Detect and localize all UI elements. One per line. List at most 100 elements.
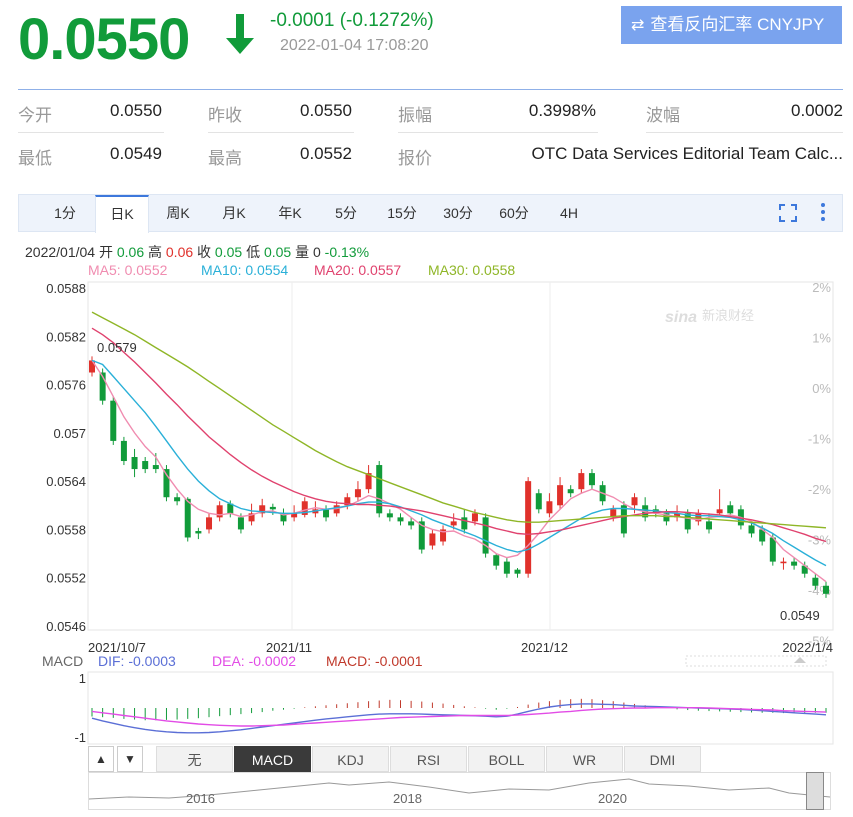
nav-year-2018: 2018	[393, 791, 422, 806]
reverse-rate-label: 查看反向汇率 CNYJPY	[650, 15, 825, 34]
tab-4h[interactable]: 4H	[549, 195, 589, 232]
wave-value: 0.0002	[791, 101, 843, 120]
y-tick-label: 0.0564	[46, 474, 86, 489]
tab-monthly-k[interactable]: 月K	[209, 195, 259, 232]
macd-title: MACD	[42, 653, 83, 669]
candle-body	[525, 481, 532, 574]
candle-body	[557, 485, 564, 506]
candle-body	[429, 533, 436, 546]
y-tick-label: 0.0558	[46, 522, 86, 537]
candle-body	[503, 561, 510, 574]
tab-daily-k[interactable]: 日K	[95, 195, 149, 233]
nav-year-2016: 2016	[186, 791, 215, 806]
candle-body	[823, 585, 829, 594]
info-open-label: 开	[98, 244, 113, 260]
wave-label: 波幅	[646, 106, 680, 125]
candle-body	[184, 498, 191, 538]
kline-chart[interactable]: 0.0588 0.0582 0.0576 0.057 0.0564 0.0558 0.055…	[0, 278, 853, 658]
zoom-up-button[interactable]: ▲	[88, 746, 114, 772]
indicator-macd[interactable]: MACD	[234, 746, 311, 772]
candle-body	[535, 493, 542, 510]
info-date: 2022/01/04	[25, 244, 96, 260]
indicator-boll[interactable]: BOLL	[468, 746, 545, 772]
y-tick-label: 0.057	[53, 426, 86, 441]
info-high-label: 高	[148, 244, 162, 260]
amplitude-value: 0.3998%	[528, 101, 596, 120]
indicator-none[interactable]: 无	[156, 746, 233, 772]
prev-close-label: 昨收	[208, 106, 242, 125]
down-arrow-icon	[226, 14, 254, 54]
tab-30min[interactable]: 30分	[435, 195, 481, 232]
open-label: 今开	[18, 106, 52, 125]
indicator-dmi[interactable]: DMI	[624, 746, 701, 772]
info-high: 0.06	[165, 244, 194, 260]
last-price: 0.0550	[18, 7, 190, 72]
pct-tick-label: -2%	[808, 482, 832, 497]
fullscreen-icon[interactable]	[779, 204, 797, 222]
indicator-rsi[interactable]: RSI	[390, 746, 467, 772]
pct-tick-label: 2%	[812, 280, 831, 295]
min-price-label: 0.0549	[780, 608, 820, 623]
ma30-legend: MA30: 0.0558	[428, 262, 516, 278]
candle-body	[716, 509, 723, 514]
y-tick-label: 0.0546	[46, 619, 86, 634]
candle-body	[588, 473, 595, 486]
pct-tick-label: 0%	[812, 381, 831, 396]
candle-body	[323, 509, 330, 518]
candle-body	[780, 561, 787, 564]
candle-body	[705, 521, 712, 530]
candle-body	[620, 505, 627, 534]
y-tick-label: 0.0582	[46, 329, 86, 344]
tab-60min[interactable]: 60分	[491, 195, 537, 232]
dea-legend: DEA: -0.0002	[212, 653, 296, 669]
candle-body	[354, 489, 361, 498]
high-value: 0.0552	[300, 144, 352, 163]
indicator-kdj[interactable]: KDJ	[312, 746, 389, 772]
plot-area	[87, 281, 834, 631]
tab-5min[interactable]: 5分	[323, 195, 369, 232]
candle-body	[727, 505, 734, 514]
candle-body	[206, 517, 213, 530]
indicator-wr[interactable]: WR	[546, 746, 623, 772]
candle-body	[174, 497, 181, 502]
candle-body	[120, 440, 127, 462]
tab-15min[interactable]: 15分	[379, 195, 425, 232]
pct-tick-label: -1%	[808, 432, 832, 447]
nav-year-2020: 2020	[598, 791, 627, 806]
dif-legend: DIF: -0.0003	[98, 653, 176, 669]
y-tick-label: 0.0588	[46, 281, 86, 296]
candle-body	[631, 497, 638, 506]
sina-logo: sina	[665, 309, 697, 326]
candle-body	[142, 461, 149, 470]
info-vol: 0	[312, 244, 321, 260]
reverse-rate-button[interactable]: ⇄ 查看反向汇率 CNYJPY	[621, 6, 842, 44]
tab-yearly-k[interactable]: 年K	[265, 195, 315, 232]
pct-tick-label: 1%	[812, 331, 831, 346]
quote-summary: 今开 0.0550 昨收 0.0550 振幅 0.3998% 波幅 0.0002…	[18, 89, 843, 175]
low-label: 最低	[18, 149, 52, 168]
info-close-label: 收	[197, 244, 212, 260]
candle-body	[237, 517, 244, 530]
ohlc-info: 2022/01/04 开 0.06 高 0.06 收 0.05 低 0.05 量…	[25, 242, 369, 262]
tab-weekly-k[interactable]: 周K	[153, 195, 203, 232]
source-value: OTC Data Services Editorial Team Calc...	[531, 144, 843, 163]
high-label: 最高	[208, 149, 242, 168]
navigator-handle[interactable]	[806, 772, 824, 810]
info-close: 0.05	[214, 244, 243, 260]
candle-body	[546, 501, 553, 514]
period-tabs: 1分 日K 周K 月K 年K 5分 15分 30分 60分 4H	[18, 194, 843, 233]
tab-1min[interactable]: 1分	[45, 195, 85, 232]
candle-body	[567, 489, 574, 494]
candle-body	[482, 517, 489, 554]
more-options-icon[interactable]	[819, 201, 827, 225]
price-change: -0.0001 (-0.1272%)	[270, 10, 434, 31]
ma10-legend: MA10: 0.0554	[201, 262, 289, 278]
candle-body	[89, 360, 95, 373]
candle-body	[110, 400, 117, 441]
y-tick-label: 0.0552	[46, 571, 86, 586]
candle-body	[493, 555, 500, 566]
candle-body	[269, 506, 276, 510]
candle-body	[131, 457, 138, 470]
candle-body	[386, 513, 393, 518]
zoom-down-button[interactable]: ▼	[117, 746, 143, 772]
